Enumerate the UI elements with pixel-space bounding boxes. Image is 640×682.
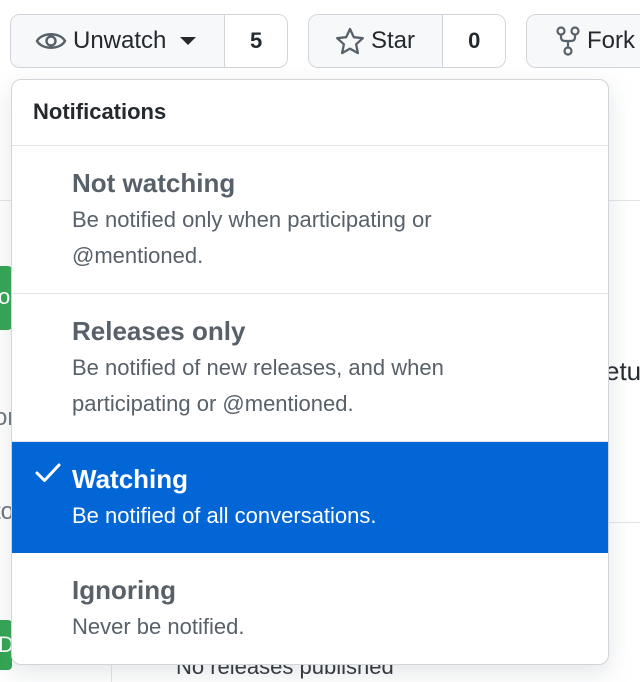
fork-button[interactable]: Fork (527, 15, 640, 67)
watchers-count[interactable]: 5 (224, 15, 287, 67)
option-description: Be notified only when participating or @… (72, 207, 432, 268)
chevron-down-icon (180, 37, 197, 45)
option-title: Ignoring (72, 575, 176, 605)
option-ignoring[interactable]: Ignoring Never be notified. (12, 553, 608, 663)
notifications-dropdown: Notifications Not watching Be notified o… (11, 79, 609, 665)
stargazers-count[interactable]: 0 (442, 15, 505, 67)
star-icon (335, 27, 365, 55)
option-description: Be notified of all conversations. (72, 503, 377, 528)
option-description: Never be notified. (72, 614, 245, 639)
unwatch-label: Unwatch (73, 27, 167, 54)
check-icon (34, 462, 62, 489)
text-fragment: o (0, 284, 11, 309)
option-title: Releases only (72, 316, 246, 346)
divider (609, 522, 640, 523)
eye-icon (35, 29, 67, 53)
option-description: Be notified of new releases, and when pa… (72, 355, 444, 416)
star-label: Star (371, 27, 416, 54)
fork-label: Fork (587, 27, 635, 54)
option-not-watching[interactable]: Not watching Be notified only when parti… (12, 146, 608, 294)
option-title: Not watching (72, 168, 236, 198)
star-button-group: Star 0 (308, 14, 506, 68)
watch-button-group: Unwatch 5 (10, 14, 288, 68)
fork-button-group: Fork (526, 14, 640, 68)
dropdown-header: Notifications (12, 80, 608, 146)
heading-fragment: etu (605, 356, 640, 386)
option-releases-only[interactable]: Releases only Be notified of new release… (12, 294, 608, 442)
unwatch-button[interactable]: Unwatch (11, 15, 225, 67)
star-button[interactable]: Star (309, 15, 443, 67)
repo-forked-icon (555, 26, 581, 56)
option-title: Watching (72, 464, 189, 494)
option-watching[interactable]: Watching Be notified of all conversation… (12, 442, 608, 553)
